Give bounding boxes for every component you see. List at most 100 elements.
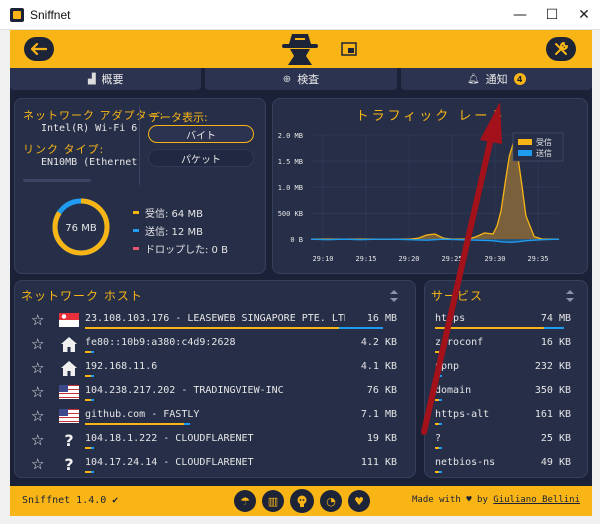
favorite-star-icon[interactable]: ☆	[31, 311, 44, 329]
favorite-star-icon[interactable]: ☆	[31, 359, 44, 377]
host-traffic-bar	[85, 423, 395, 425]
service-name: zeroconf	[435, 337, 484, 348]
outgoing-bar	[439, 351, 442, 353]
back-button[interactable]	[24, 37, 54, 61]
tab-overview[interactable]: ▟ 概要	[10, 68, 202, 90]
tab-notifications[interactable]: 🔔︎ 通知 4	[400, 68, 592, 90]
service-row[interactable]: ? 25 KB	[425, 429, 587, 453]
y-tick-label: 1.5 MB	[278, 158, 303, 166]
incoming-bar	[435, 327, 544, 329]
sort-icon[interactable]	[565, 289, 575, 303]
home-icon	[61, 361, 77, 376]
sort-icon[interactable]	[389, 289, 399, 303]
outgoing-bar	[91, 375, 95, 377]
tab-inspect[interactable]: ⊕ 検査	[205, 68, 397, 90]
y-tick-label: 1.0 MB	[278, 184, 303, 192]
search-icon: ⊕	[282, 73, 292, 85]
host-traffic-bar	[85, 327, 395, 329]
service-row[interactable]: zeroconf 16 KB	[425, 333, 587, 357]
legend-incoming: 受信: 64 MB	[133, 205, 203, 220]
legend-outgoing: 送信: 12 MB	[133, 223, 203, 238]
service-traffic-bar	[435, 423, 571, 425]
close-button[interactable]: ✕	[568, 0, 600, 30]
outgoing-bar	[439, 399, 442, 401]
link-type-value: EN10MB (Ethernet)	[41, 157, 137, 168]
maximize-button[interactable]: ☐	[536, 0, 568, 30]
github-icon[interactable]	[290, 489, 314, 513]
by-text: by	[477, 495, 488, 505]
tab-bar: ▟ 概要 ⊕ 検査 🔔︎ 通知 4	[10, 68, 592, 90]
service-name: domain	[435, 385, 472, 396]
notification-count-badge: 4	[513, 73, 526, 85]
service-row[interactable]: upnp 232 KB	[425, 357, 587, 381]
host-row[interactable]: ☆? 104.18.1.222 - CLOUDFLARENET 19 KB	[15, 429, 415, 453]
unknown-icon: ?	[64, 455, 73, 473]
rss-icon[interactable]: ◔	[320, 490, 342, 512]
legend-dropped: ドロップした: 0 B	[133, 241, 228, 256]
host-row[interactable]: ☆? 104.17.24.14 - CLOUDFLARENET 111 KB	[15, 453, 415, 477]
favorite-star-icon[interactable]: ☆	[31, 431, 44, 449]
author-link[interactable]: Giuliano Bellini	[493, 495, 580, 505]
host-row[interactable]: ☆ 192.168.11.6 4.1 KB	[15, 357, 415, 381]
adapter-scrollbar[interactable]	[23, 179, 91, 182]
chart-icon: ▟	[87, 73, 96, 85]
settings-button[interactable]	[546, 37, 576, 61]
service-row[interactable]: domain 350 KB	[425, 381, 587, 405]
host-address: 192.168.11.6	[85, 361, 158, 372]
x-tick-label: 29:10	[312, 255, 333, 263]
host-address: 104.17.24.14 - CLOUDFLARENET	[85, 457, 254, 468]
bytes-option-button[interactable]: バイト	[148, 125, 254, 143]
made-with-credit: Made with ♥ by Giuliano Bellini	[412, 495, 580, 505]
header-bar	[10, 30, 592, 68]
service-row[interactable]: https-alt 161 KB	[425, 405, 587, 429]
outgoing-bar	[439, 375, 442, 377]
host-row[interactable]: ☆ 23.108.103.176 - LEASEWEB SINGAPORE PTE…	[15, 309, 415, 333]
y-tick-label: 500 KB	[278, 210, 303, 218]
footer-bar: Sniffnet 1.4.0 ✔ ☂ ▥ ◔ ♥ Made with ♥ by …	[10, 486, 592, 516]
service-traffic-bar	[435, 399, 571, 401]
packets-option-button[interactable]: パケット	[148, 149, 254, 167]
tab-label: 通知	[485, 73, 508, 86]
app-window: ▟ 概要 ⊕ 検査 🔔︎ 通知 4 ネットワーク アダプター: Intel(R)…	[10, 30, 592, 516]
minimize-button[interactable]: —	[504, 0, 536, 30]
service-traffic-bar	[435, 471, 571, 473]
outgoing-bar	[91, 447, 95, 449]
bell-icon: 🔔︎	[466, 73, 480, 85]
book-icon[interactable]: ▥	[262, 490, 284, 512]
favorite-star-icon[interactable]: ☆	[31, 455, 44, 473]
donut-total-label: 76 MB	[65, 223, 97, 234]
host-row[interactable]: ☆ 104.238.217.202 - TRADINGVIEW-INC 76 KB	[15, 381, 415, 405]
flag-us-icon	[59, 385, 79, 399]
outgoing-bar	[91, 471, 95, 473]
incoming-bar	[85, 327, 340, 329]
host-row[interactable]: ☆ github.com - FASTLY 7.1 MB	[15, 405, 415, 429]
service-row[interactable]: netbios-ns 49 KB	[425, 453, 587, 477]
arrow-left-icon	[31, 43, 47, 55]
x-tick-label: 29:25	[441, 255, 462, 263]
wiki-icon[interactable]: ☂	[234, 490, 256, 512]
x-tick-label: 29:35	[527, 255, 548, 263]
home-icon	[61, 337, 77, 352]
overview-panel: ネットワーク アダプター: Intel(R) Wi-Fi 6 AX201 リンク…	[14, 98, 266, 274]
service-name: upnp	[435, 361, 460, 372]
heart-icon[interactable]: ♥	[348, 490, 370, 512]
incoming-bar	[85, 423, 185, 425]
divider	[139, 105, 140, 185]
favorite-star-icon[interactable]: ☆	[31, 407, 44, 425]
outgoing-bar	[439, 447, 442, 449]
network-hosts-panel: ネットワーク ホスト ☆ 23.108.103.176 - LEASEWEB SI…	[14, 280, 416, 478]
incoming-swatch	[133, 211, 139, 214]
host-traffic-size: 76 KB	[366, 385, 397, 396]
host-traffic-size: 16 MB	[366, 313, 397, 324]
tab-label: 検査	[297, 73, 320, 86]
favorite-star-icon[interactable]: ☆	[31, 383, 44, 401]
svg-text:?: ?	[64, 455, 73, 473]
service-name: ?	[435, 433, 442, 444]
flag-sg-icon	[59, 313, 79, 327]
thumbnail-mode-icon[interactable]	[341, 42, 357, 56]
host-row[interactable]: ☆ fe80::10b9:a380:c4d9:2628 4.2 KB	[15, 333, 415, 357]
favorite-star-icon[interactable]: ☆	[31, 335, 44, 353]
y-tick-label: 0 B	[290, 236, 303, 244]
service-row[interactable]: https 74 MB	[425, 309, 587, 333]
traffic-rate-chart: 2.0 MB 1.5 MB 1.0 MB 500 KB 0 B 29:10 29:15 29:…	[278, 132, 564, 263]
